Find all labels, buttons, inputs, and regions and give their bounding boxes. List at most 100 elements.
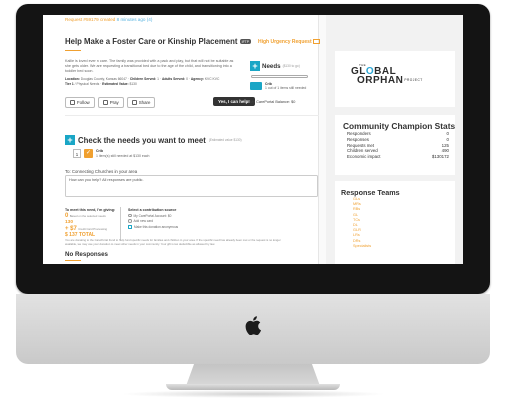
- scene: Request #59179 created 8 minutes ago (4)…: [0, 0, 506, 408]
- need-checkbox[interactable]: ✓: [84, 149, 93, 158]
- responses-underline: [65, 260, 81, 261]
- request-meta: Location: Douglas County, Kansas 66047 ·…: [65, 77, 220, 86]
- urgency-badge: High Urgency Request: [258, 39, 320, 45]
- needs-item-status: 1 out of 1 items still needed: [265, 86, 307, 90]
- pray-icon: [102, 100, 108, 105]
- radio-icon: [128, 213, 132, 218]
- giving-summary: To meet this need, I'm giving: 0 Based o…: [65, 208, 121, 238]
- global-orphan-project-logo: THE GLOBAL ORPHANPROJECT: [351, 63, 423, 87]
- share-icon: [131, 100, 137, 105]
- checkbox-icon: [128, 224, 132, 229]
- program-tag: IFTP: [239, 39, 251, 45]
- check-needs-estimate: (Estimated value $130): [208, 138, 242, 142]
- request-header: Request #59179 created 8 minutes ago (4): [65, 17, 152, 22]
- source-option-account[interactable]: My CarePortal Account: $0: [128, 214, 210, 218]
- source-option-new-card-label: Add new card: [133, 219, 154, 223]
- apple-logo-icon: [245, 316, 261, 335]
- logo-line-2-word: ORPHAN: [357, 75, 404, 87]
- contribution-source-label: Select a contribution source: [128, 208, 177, 212]
- need-type: Physical Needs: [76, 81, 100, 86]
- agency-label: Agency:: [190, 77, 204, 81]
- stat-row: Economic impact $130172: [341, 154, 449, 160]
- help-button[interactable]: Yes, I can help!: [213, 97, 255, 106]
- churches-label: To: Connecting Churches in your area: [65, 169, 138, 174]
- radio-icon: [128, 219, 132, 223]
- careportal-balance: My CarePortal Balance: $0: [250, 100, 295, 104]
- check-needs-header: + Check the needs you want to meet (Esti…: [65, 135, 242, 145]
- anonymous-checkbox[interactable]: Make this donation anonymous: [128, 224, 210, 229]
- estimated-value: $130: [129, 81, 137, 86]
- follow-icon: [70, 100, 75, 105]
- page-title-text: Help Make a Foster Care or Kinship Place…: [65, 37, 238, 46]
- share-button[interactable]: Share: [126, 97, 156, 108]
- needs-remaining: ($130 to go): [282, 64, 300, 68]
- giving-label: To meet this need, I'm giving:: [65, 208, 116, 212]
- response-teams-title: Response Teams: [341, 188, 400, 197]
- need-checkbox-row: 1 ✓ Crib 1 item(s) still needed at $130 …: [73, 149, 150, 158]
- urgency-flag-icon: [312, 39, 320, 45]
- quantity-input[interactable]: 1: [73, 149, 81, 158]
- screen: Request #59179 created 8 minutes ago (4)…: [43, 15, 463, 264]
- response-team-link[interactable]: Specialists: [341, 244, 449, 249]
- balance-label: My CarePortal Balance:: [250, 100, 291, 104]
- community-stats-card: Community Champion Stats Responders 0 Resp…: [335, 115, 455, 175]
- crib-icon: [250, 82, 262, 90]
- plus-icon: +: [65, 135, 75, 145]
- giving-amount: 0: [65, 213, 69, 219]
- giving-amount-row: 0 Based on the selected needs: [65, 213, 121, 219]
- community-stats-title: Community Champion Stats: [343, 121, 456, 131]
- stat-label: Economic impact: [347, 154, 381, 160]
- request-description: Kallie is loved ever n care. The family …: [65, 59, 234, 74]
- needs-label: Needs: [262, 62, 281, 70]
- adults-label: Adults Served:: [161, 77, 186, 81]
- anonymous-checkbox-label: Make this donation anonymous: [134, 224, 179, 229]
- processing-fee-note: Credit Card Processing: [78, 227, 108, 231]
- request-id: Request #59179 created: [65, 17, 116, 22]
- location-value: Douglas County, Kansas 66047: [80, 77, 127, 81]
- response-teams-card: Response Teams GLs MRs RBs GL TCs DL GLR LRs DRs…: [335, 181, 455, 264]
- logo-line-2: ORPHANPROJECT: [357, 75, 423, 87]
- page-title: Help Make a Foster Care or Kinship Place…: [65, 37, 251, 46]
- needs-item: Crib 1 out of 1 items still needed: [250, 82, 306, 90]
- tier-label: Tier 1: [65, 81, 74, 86]
- title-underline: [65, 50, 81, 51]
- agency-value: KVC KVC: [204, 77, 220, 81]
- need-item-detail: 1 item(s) still needed at $130 each: [96, 153, 150, 158]
- giving-amount-note: Based on the selected needs: [69, 214, 106, 218]
- pray-button-label: Pray: [109, 100, 119, 105]
- adults-value: 0: [186, 77, 188, 81]
- children-label: Children Served:: [129, 77, 157, 81]
- balance-value: $0: [291, 100, 296, 104]
- location-label: Location:: [65, 77, 80, 81]
- imac-stand-neck: [186, 364, 320, 386]
- section-divider: [65, 115, 319, 116]
- follow-button-label: Follow: [77, 100, 90, 105]
- request-age[interactable]: 8 minutes ago (4): [117, 17, 153, 22]
- follow-button[interactable]: Follow: [65, 97, 95, 108]
- children-value: 1: [157, 77, 159, 81]
- logo-line-2-suffix: PROJECT: [404, 78, 423, 82]
- request-panel: Request #59179 created 8 minutes ago (4)…: [43, 15, 320, 264]
- share-button-label: Share: [138, 100, 151, 105]
- community-stats-list: Responders 0 Responses 0 Requests met 125 Chil…: [341, 131, 449, 160]
- needs-progress-bar: [251, 75, 308, 78]
- source-option-account-label: My CarePortal Account: $0: [133, 213, 172, 218]
- source-option-new-card[interactable]: Add new card: [128, 219, 210, 223]
- action-buttons: Follow Pray Share: [65, 97, 156, 108]
- funding-divider: [120, 207, 121, 240]
- estimated-value-label: Estimated Value:: [102, 81, 129, 86]
- pray-button[interactable]: Pray: [97, 97, 124, 108]
- response-textarea[interactable]: How can you help? All responses are publ…: [65, 175, 318, 197]
- stat-value: $130172: [431, 154, 449, 160]
- plus-icon: +: [250, 61, 260, 71]
- imac-shadow: [120, 390, 386, 398]
- giving-subtotal: 130: [65, 220, 74, 225]
- contribution-source: Select a contribution source My CarePort…: [128, 208, 210, 229]
- urgency-label: High Urgency Request: [258, 39, 312, 45]
- need-item-text: Crib 1 item(s) still needed at $130 each: [96, 149, 150, 157]
- logo-card: THE GLOBAL ORPHANPROJECT: [335, 51, 455, 107]
- fine-print: You are donating to the CarePortal Fund …: [65, 238, 281, 246]
- needs-item-text: Crib 1 out of 1 items still needed: [265, 82, 306, 90]
- responses-title: No Responses: [65, 251, 108, 258]
- needs-header: + Needs ($130 to go): [250, 61, 300, 71]
